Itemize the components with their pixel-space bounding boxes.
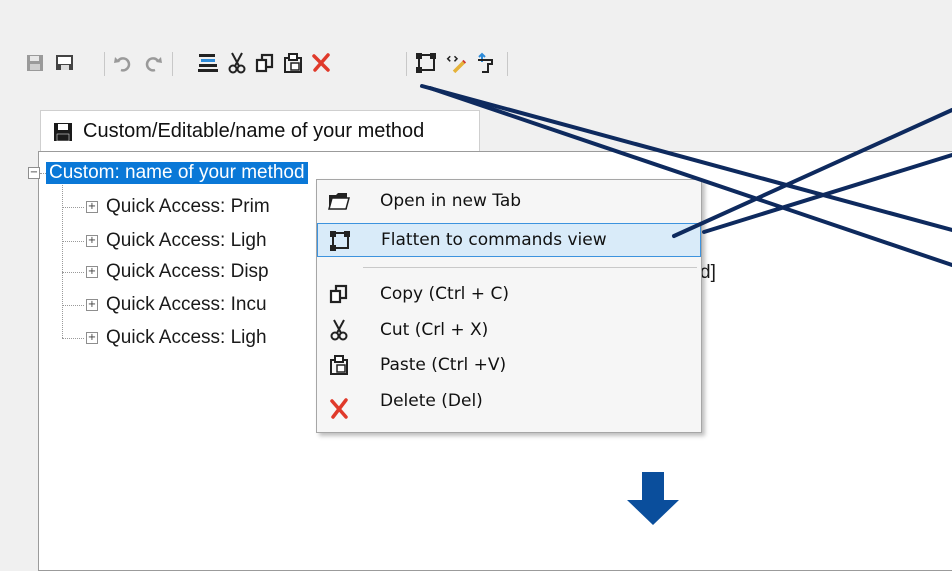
copy-icon	[327, 283, 351, 305]
flatten-icon[interactable]	[415, 52, 437, 74]
expand-icon[interactable]: +	[86, 299, 98, 311]
toolbar	[0, 0, 952, 96]
expand-icon[interactable]: +	[86, 266, 98, 278]
tab-method[interactable]: Custom/Editable/name of your method	[40, 110, 480, 152]
expand-icon[interactable]: +	[86, 235, 98, 247]
tree-item[interactable]: + Quick Access: Ligh	[86, 229, 267, 253]
tree-item[interactable]: + Quick Access: Prim	[86, 195, 270, 219]
menu-item-open-new-tab[interactable]: Open in new Tab	[317, 184, 701, 218]
tree-item[interactable]: + Quick Access: Incu	[86, 293, 267, 317]
tree-item[interactable]: + Quick Access: Ligh	[86, 326, 267, 350]
menu-item-cut[interactable]: Cut (Crl + X)	[317, 313, 701, 347]
flatten-icon	[328, 230, 352, 252]
context-menu: Open in new Tab Flatten to commands view…	[316, 179, 702, 433]
undo-icon[interactable]	[112, 52, 134, 74]
cut-icon	[327, 319, 351, 341]
copy-icon[interactable]	[254, 52, 276, 74]
tree-root-label: Custom: name of your method	[46, 162, 308, 184]
delete-icon[interactable]	[310, 52, 332, 74]
tab-label: Custom/Editable/name of your method	[83, 120, 425, 142]
collapse-icon[interactable]: −	[28, 167, 40, 179]
cut-icon[interactable]	[226, 52, 248, 74]
menu-item-paste[interactable]: Paste (Ctrl +V)	[317, 348, 701, 382]
properties-icon[interactable]	[197, 52, 219, 74]
tree-root[interactable]: − Custom: name of your method	[28, 161, 308, 185]
expand-icon[interactable]: +	[86, 201, 98, 213]
redo-icon[interactable]	[142, 52, 164, 74]
menu-item-flatten[interactable]: Flatten to commands view	[317, 223, 701, 257]
save-as-icon[interactable]	[54, 52, 76, 74]
save-icon[interactable]	[24, 52, 46, 74]
script-edit-icon[interactable]	[446, 52, 468, 74]
paste-icon	[327, 354, 351, 376]
menu-item-delete[interactable]: Delete (Del)	[317, 391, 701, 426]
expand-icon[interactable]: +	[86, 332, 98, 344]
paste-icon[interactable]	[282, 52, 304, 74]
tree-row-suffix: d]	[700, 262, 716, 283]
tree-item[interactable]: + Quick Access: Disp	[86, 260, 269, 284]
delete-icon	[327, 398, 351, 420]
save-icon	[53, 122, 73, 142]
export-icon[interactable]	[474, 52, 496, 74]
folder-open-icon	[327, 190, 351, 212]
menu-item-copy[interactable]: Copy (Ctrl + C)	[317, 277, 701, 311]
